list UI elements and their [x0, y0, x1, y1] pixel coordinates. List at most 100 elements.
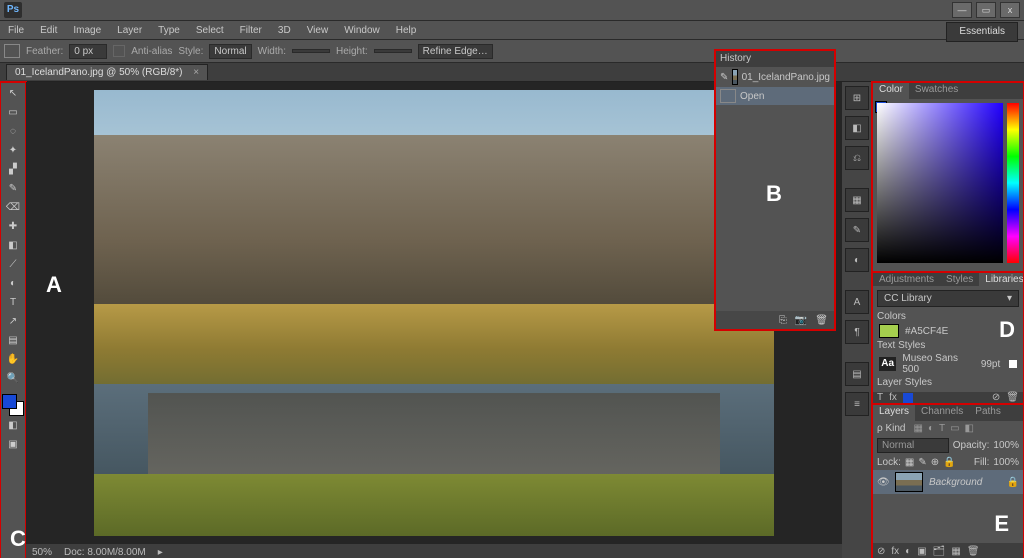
- filter-type-icon[interactable]: T: [937, 423, 947, 434]
- tab-layers[interactable]: Layers: [873, 405, 915, 421]
- prop-color-icon[interactable]: [903, 393, 913, 403]
- window-min-button[interactable]: —: [952, 2, 972, 18]
- style-select[interactable]: Normal: [209, 44, 251, 59]
- filter-pixel-icon[interactable]: ▦: [911, 423, 924, 434]
- hand-tool[interactable]: ✋: [2, 350, 24, 369]
- height-input[interactable]: [374, 49, 412, 53]
- dock-icon[interactable]: ◐: [845, 248, 869, 272]
- fx-icon[interactable]: fx: [891, 546, 899, 557]
- dock-icon[interactable]: ▤: [845, 362, 869, 386]
- lock-all-icon[interactable]: 🔒: [943, 457, 955, 468]
- dock-icon[interactable]: ⊞: [845, 86, 869, 110]
- fill-value[interactable]: 100%: [993, 457, 1019, 468]
- brush-tool[interactable]: ✚: [2, 217, 24, 236]
- dock-icon[interactable]: ◧: [845, 116, 869, 140]
- visibility-icon[interactable]: 👁: [877, 477, 889, 488]
- trash-icon[interactable]: 🗑: [1006, 392, 1019, 403]
- prop-fx-icon[interactable]: fx: [889, 392, 897, 403]
- new-snapshot-icon[interactable]: 📷: [795, 315, 807, 326]
- menu-layer[interactable]: Layer: [109, 25, 150, 36]
- new-doc-from-state-icon[interactable]: ⎘: [779, 315, 787, 326]
- eyedropper-tool[interactable]: ✎: [2, 179, 24, 198]
- filter-shape-icon[interactable]: ▭: [948, 423, 961, 434]
- layer-thumbnail[interactable]: [895, 472, 923, 492]
- menu-edit[interactable]: Edit: [32, 25, 65, 36]
- screenmode-icon[interactable]: ▣: [2, 435, 24, 454]
- history-title[interactable]: History: [716, 51, 834, 67]
- group-icon[interactable]: 🗂: [933, 546, 946, 557]
- lock-trans-icon[interactable]: ▦: [905, 457, 914, 468]
- prop-type-icon[interactable]: T: [877, 392, 883, 403]
- tab-paths[interactable]: Paths: [969, 405, 1007, 421]
- new-layer-icon[interactable]: ▦: [951, 546, 960, 557]
- status-arrow-icon[interactable]: ▸: [158, 547, 163, 558]
- window-close-button[interactable]: x: [1000, 2, 1020, 18]
- quickmask-icon[interactable]: ◧: [2, 416, 24, 435]
- link-layers-icon[interactable]: ⊘: [877, 546, 885, 557]
- library-select[interactable]: CC Library ▾: [877, 290, 1019, 307]
- history-snapshot[interactable]: ✎ 01_IcelandPano.jpg: [716, 67, 834, 87]
- zoom-level[interactable]: 50%: [32, 547, 52, 558]
- menu-help[interactable]: Help: [388, 25, 425, 36]
- filter-smart-icon[interactable]: ◧: [963, 423, 976, 434]
- trash-icon[interactable]: 🗑: [967, 546, 980, 557]
- type-tool[interactable]: T: [2, 293, 24, 312]
- adjustment-icon[interactable]: ▣: [917, 546, 926, 557]
- mask-icon[interactable]: ◐: [905, 546, 911, 557]
- path-tool[interactable]: ↗: [2, 312, 24, 331]
- opacity-value[interactable]: 100%: [993, 440, 1019, 451]
- tab-swatches[interactable]: Swatches: [909, 83, 964, 99]
- lib-text-item[interactable]: Aa Museo Sans 500 99pt: [877, 351, 1019, 377]
- lasso-tool[interactable]: ◌: [2, 122, 24, 141]
- menu-image[interactable]: Image: [65, 25, 109, 36]
- delete-state-icon[interactable]: 🗑: [815, 315, 828, 326]
- document-tab-close-icon[interactable]: ×: [193, 67, 199, 78]
- tab-styles[interactable]: Styles: [940, 273, 979, 286]
- layer-filter-kind[interactable]: ρ Kind: [877, 423, 905, 434]
- doc-size[interactable]: Doc: 8.00M/8.00M: [64, 547, 146, 558]
- lib-color-item[interactable]: #A5CF4E: [877, 322, 1019, 340]
- history-step[interactable]: Open: [716, 87, 834, 105]
- marquee-tool[interactable]: ▭: [2, 103, 24, 122]
- link-icon[interactable]: ⊘: [992, 392, 1000, 403]
- dock-icon[interactable]: ¶: [845, 320, 869, 344]
- gradient-tool[interactable]: ⟋: [2, 255, 24, 274]
- layer-name[interactable]: Background: [929, 477, 982, 488]
- foreground-swatch[interactable]: [2, 394, 17, 409]
- healing-tool[interactable]: ⌫: [2, 198, 24, 217]
- blend-mode-select[interactable]: Normal: [877, 438, 949, 453]
- menu-type[interactable]: Type: [150, 25, 188, 36]
- stamp-tool[interactable]: ◧: [2, 236, 24, 255]
- refine-edge-button[interactable]: Refine Edge…: [418, 44, 493, 59]
- layer-row[interactable]: 👁 Background 🔒: [873, 470, 1023, 494]
- crop-tool[interactable]: ▞: [2, 160, 24, 179]
- dock-icon[interactable]: A: [845, 290, 869, 314]
- color-swatches[interactable]: [2, 394, 24, 416]
- menu-filter[interactable]: Filter: [232, 25, 270, 36]
- magic-wand-tool[interactable]: ✦: [2, 141, 24, 160]
- antialias-checkbox[interactable]: [113, 45, 125, 57]
- document-tab[interactable]: 01_IcelandPano.jpg @ 50% (RGB/8*) ×: [6, 64, 208, 80]
- marquee-icon[interactable]: [4, 44, 20, 58]
- workspace-switcher[interactable]: Essentials: [946, 22, 1018, 42]
- menu-window[interactable]: Window: [336, 25, 388, 36]
- menu-3d[interactable]: 3D: [270, 25, 299, 36]
- tab-adjustments[interactable]: Adjustments: [873, 273, 940, 286]
- hue-slider[interactable]: [1007, 103, 1019, 263]
- lock-pixels-icon[interactable]: ✎: [918, 457, 926, 468]
- color-field[interactable]: [877, 103, 1003, 263]
- tab-libraries[interactable]: Libraries: [979, 273, 1024, 286]
- dock-icon[interactable]: ▦: [845, 188, 869, 212]
- filter-adjust-icon[interactable]: ◐: [926, 423, 936, 434]
- menu-select[interactable]: Select: [188, 25, 232, 36]
- move-tool[interactable]: ↖: [2, 84, 24, 103]
- window-max-button[interactable]: ▭: [976, 2, 996, 18]
- menu-file[interactable]: File: [0, 25, 32, 36]
- width-input[interactable]: [292, 49, 330, 53]
- menu-view[interactable]: View: [299, 25, 337, 36]
- dodge-tool[interactable]: ◐: [2, 274, 24, 293]
- dock-icon[interactable]: ≡: [845, 392, 869, 416]
- tab-color[interactable]: Color: [873, 83, 909, 99]
- zoom-tool[interactable]: 🔍: [2, 369, 24, 388]
- dock-icon[interactable]: ⎌: [845, 146, 869, 170]
